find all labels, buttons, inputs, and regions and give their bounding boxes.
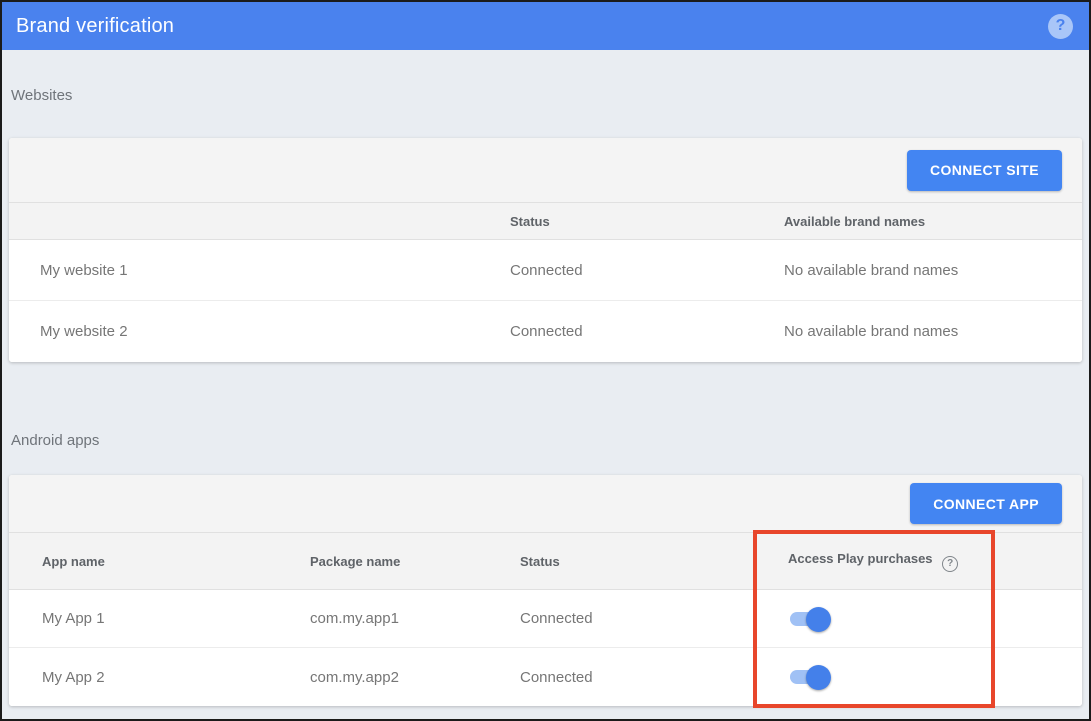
app-status: Connected [520,669,788,686]
table-row: My website 1 Connected No available bran… [9,240,1082,301]
websites-col-brands: Available brand names [784,214,1082,229]
table-row: My website 2 Connected No available bran… [9,301,1082,362]
apps-col-app-name: App name [9,554,310,569]
brand-verification-page: Brand verification ? Websites CONNECT SI… [0,0,1091,721]
websites-table-header: Status Available brand names [9,203,1082,240]
page-content: Websites CONNECT SITE Status Available b… [2,88,1089,706]
table-row: My App 1 com.my.app1 Connected [9,590,1082,648]
help-icon[interactable]: ? [1048,14,1073,39]
access-play-purchases-toggle[interactable] [790,670,824,684]
website-status: Connected [510,323,784,340]
app-status: Connected [520,610,788,627]
connect-app-button[interactable]: CONNECT APP [910,483,1062,524]
apps-col-status: Status [520,554,788,569]
websites-toolbar: CONNECT SITE [9,138,1082,203]
apps-col-access: Access Play purchases ? [788,551,1082,572]
website-brands: No available brand names [784,323,1082,340]
connect-site-button[interactable]: CONNECT SITE [907,150,1062,191]
website-status: Connected [510,262,784,279]
app-header-bar: Brand verification ? [2,2,1089,50]
apps-col-package-name: Package name [310,554,520,569]
websites-card: CONNECT SITE Status Available brand name… [9,138,1082,362]
websites-col-status: Status [510,214,784,229]
android-apps-card: CONNECT APP App name Package name Status… [9,475,1082,706]
table-row: My App 2 com.my.app2 Connected [9,648,1082,706]
page-title: Brand verification [16,15,1048,38]
website-name: My website 2 [9,323,510,340]
package-name: com.my.app1 [310,610,520,627]
android-apps-table-header: App name Package name Status Access Play… [9,533,1082,590]
toggle-thumb [806,607,831,632]
app-name: My App 2 [9,669,310,686]
website-brands: No available brand names [784,262,1082,279]
toggle-thumb [806,665,831,690]
android-apps-section-label: Android apps [11,433,1082,449]
apps-col-access-label: Access Play purchases [788,551,933,566]
website-name: My website 1 [9,262,510,279]
websites-section-label: Websites [11,88,1082,104]
package-name: com.my.app2 [310,669,520,686]
app-name: My App 1 [9,610,310,627]
question-mark-circle-icon[interactable]: ? [942,556,958,572]
access-play-purchases-toggle[interactable] [790,612,824,626]
android-apps-toolbar: CONNECT APP [9,475,1082,533]
